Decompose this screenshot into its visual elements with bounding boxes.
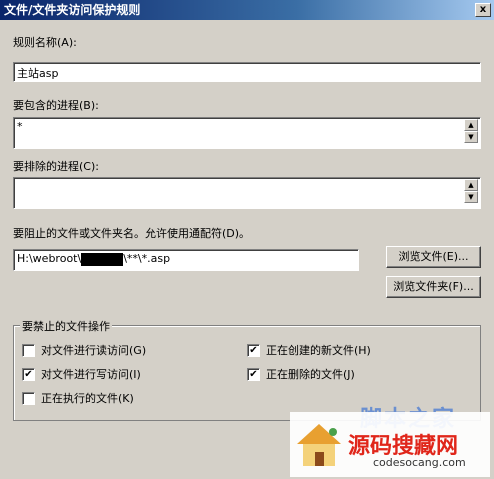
exclude-scrollbar[interactable]: ▲ ▼ [464,179,478,203]
scroll-down-icon[interactable]: ▼ [464,191,478,203]
include-processes-value: * [17,120,23,133]
delete-checkbox[interactable]: ✔ 正在删除的文件(J) [247,366,355,382]
execute-label: 正在执行的文件(K) [41,392,134,405]
write-access-label: 对文件进行写访问(I) [41,368,141,381]
scroll-up-icon[interactable]: ▲ [464,119,478,131]
rule-name-input[interactable]: 主站asp [13,62,481,82]
delete-label: 正在删除的文件(J) [266,368,355,381]
watermark-url: codesocang.com [373,456,466,469]
checkbox-box[interactable] [22,391,35,405]
checkbox-box[interactable] [22,343,35,357]
exclude-processes-textarea[interactable]: ▲ ▼ [13,177,481,209]
read-access-checkbox[interactable]: 对文件进行读访问(G) [22,342,146,358]
scroll-down-icon[interactable]: ▼ [464,131,478,143]
write-access-checkbox[interactable]: ✔ 对文件进行写访问(I) [22,366,141,382]
checkmark-icon[interactable]: ✔ [22,367,35,381]
browse-file-button[interactable]: 浏览文件(E)... [386,246,481,268]
create-checkbox[interactable]: ✔ 正在创建的新文件(H) [247,342,371,358]
checkmark-icon[interactable]: ✔ [247,367,260,381]
include-processes-label: 要包含的进程(B): [13,99,99,112]
scroll-up-icon[interactable]: ▲ [464,179,478,191]
block-files-suffix: \**\*.asp [123,252,171,265]
title-bar: 文件/文件夹访问保护规则 x [0,0,494,20]
exclude-processes-label: 要排除的进程(C): [13,160,99,173]
close-button[interactable]: x [475,3,491,17]
create-label: 正在创建的新文件(H) [266,344,371,357]
block-files-label: 要阻止的文件或文件夹名。允许使用通配符(D)。 [13,227,251,240]
window-title: 文件/文件夹访问保护规则 [4,3,141,17]
execute-checkbox[interactable]: 正在执行的文件(K) [22,390,134,406]
forbidden-ops-title: 要禁止的文件操作 [20,318,112,334]
rule-name-label: 规则名称(A): [13,36,77,49]
include-processes-textarea[interactable]: * ▲ ▼ [13,117,481,149]
block-files-input[interactable]: H:\webroot\ \**\*.asp [13,249,359,271]
block-files-prefix: H:\webroot\ [17,252,82,265]
house-logo-icon [297,424,341,466]
browse-folder-button[interactable]: 浏览文件夹(F)... [386,276,481,298]
redaction-block [81,252,124,266]
read-access-label: 对文件进行读访问(G) [41,344,147,357]
include-scrollbar[interactable]: ▲ ▼ [464,119,478,143]
checkmark-icon[interactable]: ✔ [247,343,260,357]
